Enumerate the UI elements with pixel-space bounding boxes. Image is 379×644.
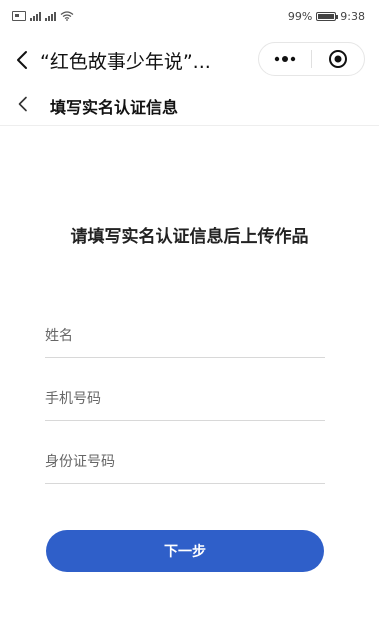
clock: 9:38: [340, 10, 365, 23]
status-bar-right: 99% 9:38: [288, 10, 365, 23]
wifi-icon: [60, 11, 74, 21]
name-input[interactable]: [45, 314, 325, 357]
miniprogram-title-bar: “红色故事少年说”...: [0, 38, 379, 82]
page-header: 填写实名认证信息: [0, 84, 379, 126]
name-field: [45, 314, 325, 358]
more-button[interactable]: [259, 43, 311, 75]
more-dots-icon: [274, 56, 296, 62]
battery-icon: [316, 12, 339, 21]
battery-fill: [318, 14, 334, 19]
status-bar: 99% 9:38: [0, 0, 379, 36]
title-back-button[interactable]: [8, 46, 36, 74]
sim-icon: [12, 11, 26, 21]
battery-percent: 99%: [287, 10, 313, 23]
id-number-field: [45, 440, 325, 484]
capsule-menu: [258, 42, 365, 76]
miniprogram-title: “红色故事少年说”...: [40, 51, 211, 73]
status-bar-left: [12, 11, 74, 21]
screen: 99% 9:38 “红色故事少年说”... 填写实名认证信息 请填写实名认证信息…: [0, 0, 379, 644]
signal-icon: [30, 11, 41, 21]
id-number-input[interactable]: [45, 440, 325, 483]
phone-field: [45, 377, 325, 421]
page-back-button[interactable]: [10, 91, 36, 117]
close-miniprogram-button[interactable]: [312, 43, 364, 75]
signal-icon-2: [45, 11, 56, 21]
next-button[interactable]: 下一步: [46, 530, 324, 572]
form-heading: 请填写实名认证信息后上传作品: [70, 227, 309, 247]
back-chevron-icon: [17, 51, 27, 69]
close-target-icon: [329, 50, 347, 68]
back-chevron-icon: [18, 96, 27, 112]
page-title: 填写实名认证信息: [50, 98, 179, 117]
phone-input[interactable]: [45, 377, 325, 420]
